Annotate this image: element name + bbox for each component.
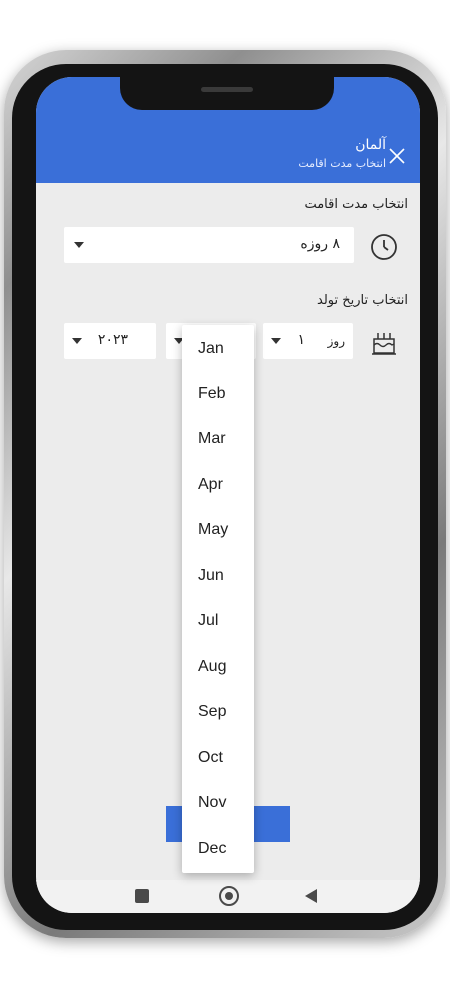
back-icon[interactable] — [305, 889, 317, 903]
day-placeholder: روز — [327, 334, 345, 348]
month-option-sep[interactable]: Sep — [182, 692, 254, 732]
day-value: ۱ — [297, 332, 305, 348]
month-option-oct[interactable]: Oct — [182, 738, 254, 778]
clock-icon — [371, 234, 397, 260]
month-option-apr[interactable]: Apr — [182, 465, 254, 505]
phone-notch — [120, 75, 334, 110]
stay-duration-label: انتخاب مدت اقامت — [304, 197, 408, 212]
phone-speaker — [201, 87, 253, 92]
birth-date-label: انتخاب تاریخ تولد — [317, 293, 408, 308]
month-option-nov[interactable]: Nov — [182, 783, 254, 823]
year-value: ۲۰۲۳ — [97, 332, 128, 348]
close-icon[interactable] — [388, 147, 406, 165]
recents-icon[interactable] — [135, 889, 149, 903]
month-dropdown-menu: Jan Feb Mar Apr May Jun Jul Aug Sep Oct … — [182, 325, 254, 873]
stay-duration-value: ۸ روزه — [300, 236, 340, 252]
screen: آلمان انتخاب مدت اقامت انتخاب مدت اقامت … — [36, 77, 420, 913]
header-subtitle: انتخاب مدت اقامت — [298, 157, 386, 170]
month-option-mar[interactable]: Mar — [182, 419, 254, 459]
day-select[interactable]: روز ۱ — [263, 323, 353, 359]
chevron-down-icon — [271, 338, 281, 344]
header-title: آلمان — [355, 137, 386, 153]
month-option-aug[interactable]: Aug — [182, 647, 254, 687]
android-nav-bar — [36, 880, 420, 913]
month-option-dec[interactable]: Dec — [182, 829, 254, 869]
month-option-may[interactable]: May — [182, 510, 254, 550]
cake-icon — [372, 333, 396, 355]
stay-duration-select[interactable]: ۸ روزه — [64, 227, 354, 263]
home-icon[interactable] — [219, 886, 239, 906]
month-option-jan[interactable]: Jan — [182, 329, 254, 369]
chevron-down-icon — [72, 338, 82, 344]
month-option-jul[interactable]: Jul — [182, 601, 254, 641]
month-option-feb[interactable]: Feb — [182, 374, 254, 414]
chevron-down-icon — [74, 242, 84, 248]
year-select[interactable]: ۲۰۲۳ — [64, 323, 156, 359]
month-option-jun[interactable]: Jun — [182, 556, 254, 596]
